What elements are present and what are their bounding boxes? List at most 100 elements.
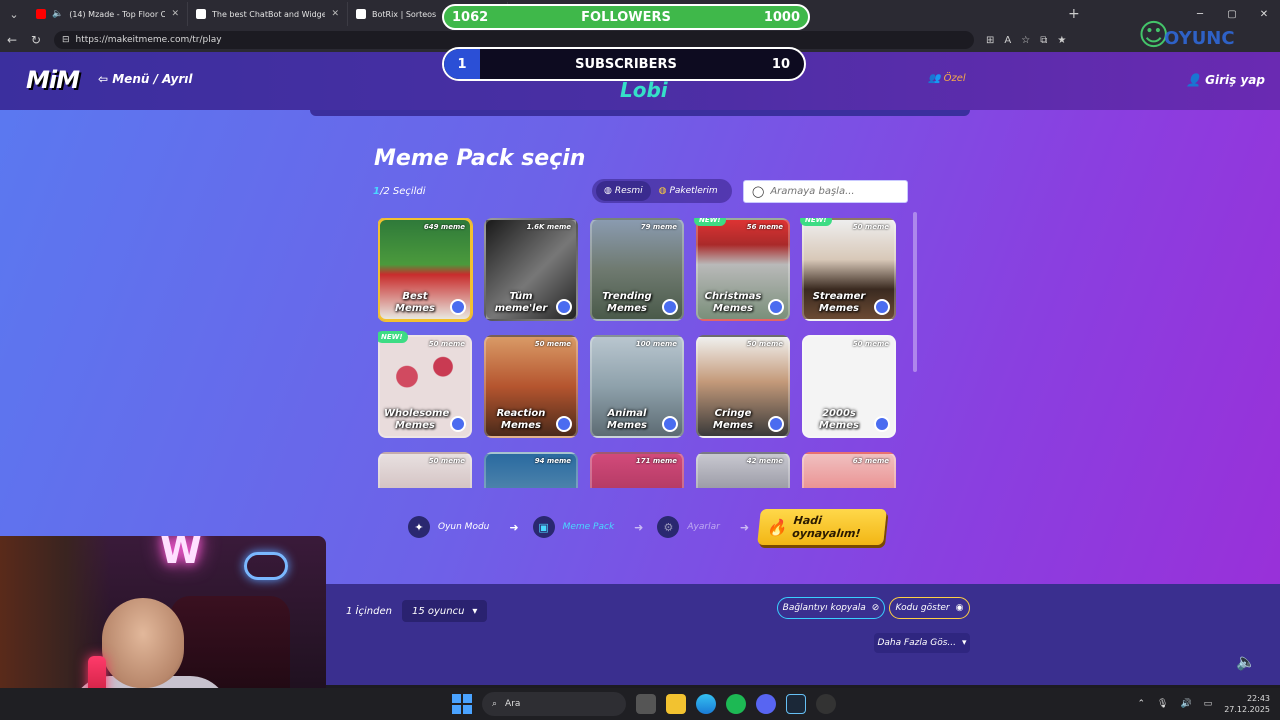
meme-count: 50 meme — [428, 340, 465, 348]
obs-icon[interactable] — [816, 694, 836, 714]
grid-scrollbar[interactable] — [913, 212, 917, 372]
arrow-icon: ➜ — [509, 520, 519, 534]
meme-pack-card[interactable]: 42 meme — [696, 452, 790, 488]
meme-count: 100 meme — [635, 340, 677, 348]
show-code-label: Kodu göster — [895, 603, 950, 613]
play-button[interactable]: 🔥 Hadi oynayalım! — [757, 509, 887, 545]
pack-info-icon[interactable] — [662, 299, 678, 315]
meme-pack-card[interactable]: 50 meme Streamer Memes — [802, 218, 896, 321]
favorites-icon[interactable]: ★ — [1057, 35, 1066, 46]
apps-icon[interactable]: ⊞ — [986, 35, 994, 46]
meme-count: 1.6K meme — [526, 223, 571, 231]
show-more-label: Daha Fazla Gös... — [877, 638, 957, 648]
step-game-mode[interactable]: ✦ Oyun Modu — [404, 514, 499, 540]
new-tab-icon[interactable]: + — [1068, 6, 1080, 22]
meme-pack-label: Cringe Memes — [713, 408, 753, 431]
meme-pack-label: Tüm meme'ler — [494, 291, 548, 314]
pack-info-icon[interactable] — [556, 299, 572, 315]
pack-info-icon[interactable] — [874, 299, 890, 315]
discord-icon[interactable] — [756, 694, 776, 714]
players-dropdown[interactable]: 15 oyuncu ▾ — [401, 600, 488, 622]
display-icon[interactable]: ▭ — [1204, 699, 1213, 709]
reload-icon[interactable]: ↻ — [24, 33, 48, 47]
meme-pack-card[interactable]: 649 meme Best Memes — [378, 218, 472, 321]
meme-pack-card[interactable]: 100 meme Animal Memes — [590, 335, 684, 438]
meme-pack-cell: NEW! 50 meme Wholesome Memes — [378, 331, 472, 438]
meme-count: 649 meme — [423, 223, 465, 231]
login-button[interactable]: 👤 Giriş yap — [1186, 73, 1265, 87]
tray-chevron-icon[interactable]: ⌃ — [1137, 699, 1145, 709]
clock[interactable]: 22:43 27.12.2025 — [1224, 693, 1270, 715]
meme-pack-cell: NEW! 56 meme Christmas Memes — [694, 218, 790, 321]
meme-count: 50 meme — [852, 340, 889, 348]
close-tab-icon[interactable]: ✕ — [171, 9, 179, 19]
browser-tab-1[interactable]: 🔈 (14) Mzade - Top Floor Crew ( ✕ — [28, 2, 188, 26]
pack-info-icon[interactable] — [768, 416, 784, 432]
tab-my-packs[interactable]: ◍ Paketlerim — [651, 181, 726, 201]
edge-icon[interactable] — [696, 694, 716, 714]
steam-icon[interactable] — [786, 694, 806, 714]
header-tab-underline — [310, 110, 970, 116]
url-text: https://makeitmeme.com/tr/play — [75, 35, 222, 45]
meme-pack-label: Best Memes — [395, 291, 435, 314]
extensions-icon[interactable]: ⧉ — [1040, 35, 1047, 46]
meme-pack-card[interactable]: 171 meme — [590, 452, 684, 488]
pack-icon: ◍ — [658, 186, 667, 196]
site-info-icon[interactable]: ⊟ — [62, 35, 70, 45]
show-code-button[interactable]: Kodu göster ◉ — [889, 597, 970, 619]
windows-taskbar: ⌕ Ara ⌃ 🎙 🔊 ▭ 22:43 27.12.2025 — [0, 688, 1280, 720]
meme-pack-label: Christmas Memes — [704, 291, 762, 314]
taskbar-search[interactable]: ⌕ Ara — [482, 692, 626, 716]
search-input[interactable] — [770, 186, 901, 197]
volume-icon[interactable]: 🔈 — [1236, 652, 1256, 671]
channel-logo: ☺ OYUNC — [1136, 18, 1276, 58]
private-label: Özel — [943, 73, 966, 84]
mic-icon[interactable]: 🎙 — [1157, 699, 1168, 709]
botrix-favicon-icon — [356, 9, 366, 19]
meme-pack-card[interactable]: 1.6K meme Tüm meme'ler — [484, 218, 578, 321]
user-icon: 👤 — [1186, 73, 1206, 87]
pack-info-icon[interactable] — [662, 416, 678, 432]
spotify-icon[interactable] — [726, 694, 746, 714]
close-tab-icon[interactable]: ✕ — [331, 9, 339, 19]
meme-pack-card[interactable]: 56 meme Christmas Memes — [696, 218, 790, 321]
copy-link-label: Bağlantıyı kopyala — [782, 603, 866, 613]
meme-pack-card[interactable]: 63 meme — [802, 452, 896, 488]
step-settings[interactable]: ⚙ Ayarlar — [653, 514, 729, 540]
subscribers-label: SUBSCRIBERS — [575, 56, 677, 72]
task-view-icon[interactable] — [636, 694, 656, 714]
meme-pack-card[interactable]: 94 meme — [484, 452, 578, 488]
meme-pack-card[interactable]: 79 meme Trending Memes — [590, 218, 684, 321]
browser-tab-2[interactable]: The best ChatBot and Widgets for ✕ — [188, 2, 348, 26]
meme-pack-card[interactable]: 50 meme — [378, 452, 472, 488]
show-more-button[interactable]: Daha Fazla Gös... ▾ — [874, 633, 970, 653]
tab-official[interactable]: ◍ Resmi — [596, 181, 651, 201]
meme-pack-card[interactable]: 50 meme Reaction Memes — [484, 335, 578, 438]
meme-count: 79 meme — [640, 223, 677, 231]
pack-info-icon[interactable] — [450, 299, 466, 315]
streamer-face — [102, 598, 184, 688]
file-explorer-icon[interactable] — [666, 694, 686, 714]
windows-start-icon[interactable] — [452, 694, 472, 714]
pack-info-icon[interactable] — [450, 416, 466, 432]
read-aloud-icon[interactable]: A — [1004, 35, 1011, 46]
private-badge[interactable]: 👥 Özel — [928, 73, 966, 84]
menu-leave-link[interactable]: ⇦ Menü / Ayrıl — [98, 72, 193, 86]
meme-pack-card[interactable]: 50 meme Wholesome Memes — [378, 335, 472, 438]
meme-pack-card[interactable]: 50 meme 2000s Memes — [802, 335, 896, 438]
pack-info-icon[interactable] — [768, 299, 784, 315]
selected-count: 1/2 Seçildi — [373, 186, 426, 197]
audio-icon[interactable]: 🔈 — [52, 9, 63, 19]
taskbar-apps: ⌕ Ara — [452, 688, 836, 720]
site-logo[interactable]: MiM — [26, 66, 80, 94]
meme-pack-card[interactable]: 50 meme Cringe Memes — [696, 335, 790, 438]
step-meme-pack[interactable]: ▣ Meme Pack — [529, 514, 625, 540]
tab-list-chevron-icon[interactable]: ⌄ — [0, 0, 28, 28]
back-icon[interactable]: ← — [0, 33, 24, 47]
pack-info-icon[interactable] — [874, 416, 890, 432]
speaker-icon[interactable]: 🔊 — [1180, 699, 1191, 709]
meme-pack-label: Trending Memes — [602, 291, 652, 314]
pack-info-icon[interactable] — [556, 416, 572, 432]
favorite-star-icon[interactable]: ☆ — [1021, 35, 1030, 46]
copy-link-button[interactable]: Bağlantıyı kopyala ⊘ — [777, 597, 885, 619]
